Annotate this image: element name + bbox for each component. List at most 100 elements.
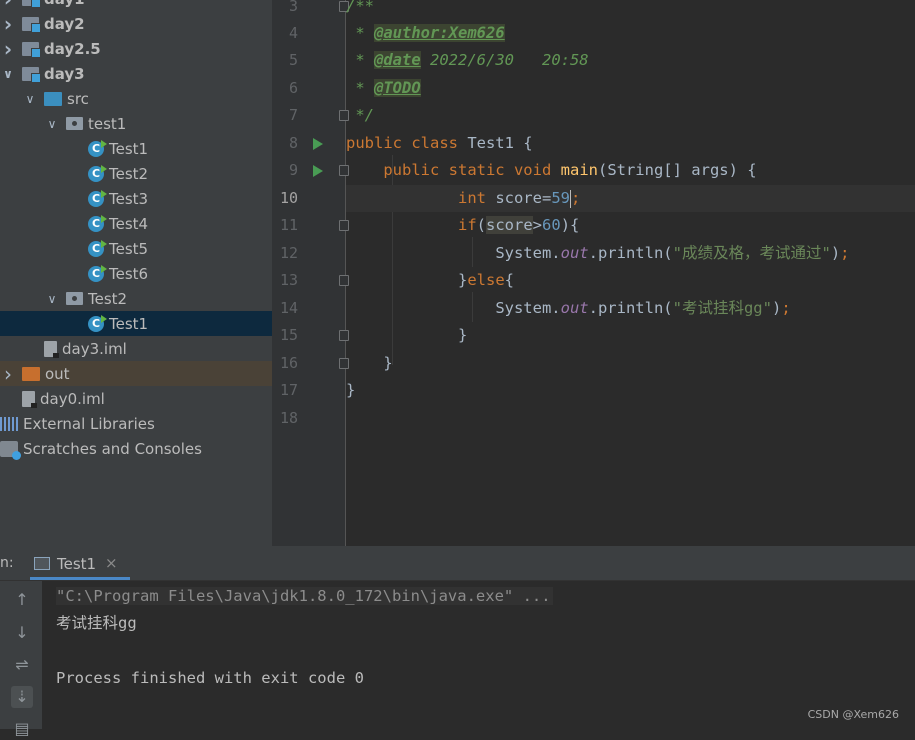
- scroll-to-end-icon[interactable]: ⇣: [11, 686, 33, 708]
- tree-item-test1[interactable]: C Test1: [0, 311, 272, 336]
- chevron-right-icon[interactable]: ›: [2, 0, 14, 11]
- keyword: public static void: [383, 161, 552, 179]
- tree-item-src[interactable]: ∨ src: [0, 86, 272, 111]
- chevron-right-icon[interactable]: ›: [2, 12, 14, 36]
- doc-comment: *: [346, 24, 374, 42]
- code-line[interactable]: * @TODO: [346, 75, 915, 102]
- semicolon: ;: [781, 299, 791, 317]
- chevron-down-icon[interactable]: ∨: [46, 292, 58, 306]
- tree-item-label: External Libraries: [23, 414, 155, 433]
- libraries-icon: [0, 416, 18, 431]
- chevron-right-icon[interactable]: ›: [2, 362, 14, 386]
- code-line[interactable]: * @author:Xem626: [346, 20, 915, 47]
- tree-item-test1[interactable]: C Test1: [0, 136, 272, 161]
- tree-item-day2-5[interactable]: › day2.5: [0, 36, 272, 61]
- module-icon: [22, 66, 41, 83]
- code-line[interactable]: * @date 2022/6/30 20:58: [346, 47, 915, 74]
- close-icon[interactable]: ×: [105, 554, 118, 572]
- module-icon: [22, 41, 41, 58]
- number-literal: 59: [551, 189, 570, 207]
- tree-item-label: src: [67, 89, 89, 108]
- tree-item-label: Test2: [88, 289, 128, 308]
- code-text: ): [830, 244, 841, 262]
- tree-item-day3-iml[interactable]: day3.iml: [0, 336, 272, 361]
- java-command: "C:\Program Files\Java\jdk1.8.0_172\bin\…: [56, 587, 553, 605]
- soft-wrap-icon[interactable]: ⇌: [11, 654, 33, 676]
- code-line[interactable]: }: [346, 377, 915, 404]
- tree-item-day0-iml[interactable]: day0.iml: [0, 386, 272, 411]
- output-folder-icon: [22, 366, 40, 381]
- chevron-right-icon[interactable]: ›: [2, 37, 14, 61]
- chevron-down-icon[interactable]: ∨: [24, 92, 36, 106]
- code-line[interactable]: System.out.println("成绩及格，考试通过");: [346, 240, 915, 267]
- semicolon: ;: [840, 244, 850, 262]
- console-output-line: 考试挂科gg: [56, 614, 137, 632]
- run-tab-label: Test1: [57, 555, 97, 573]
- keyword: if: [457, 216, 477, 234]
- code-line[interactable]: public static void main(String[] args) {: [346, 157, 915, 184]
- tree-item-day3[interactable]: ∨ day3: [0, 61, 272, 86]
- code-text: }: [346, 326, 468, 344]
- code-text: }: [346, 354, 393, 372]
- code-line[interactable]: System.out.println("考试挂科gg");: [346, 295, 915, 322]
- code-line[interactable]: }: [346, 350, 915, 377]
- tree-item-label: day3.iml: [62, 339, 127, 358]
- run-toolwindow-header: n: Test1 ×: [0, 546, 915, 581]
- run-main-icon[interactable]: [313, 165, 323, 177]
- chevron-down-icon[interactable]: ∨: [2, 67, 14, 81]
- line-number-6: 6: [288, 79, 298, 97]
- line-number-14: 14: [279, 299, 298, 317]
- keyword: int: [457, 189, 486, 207]
- tree-item-test3[interactable]: C Test3: [0, 186, 272, 211]
- code-line[interactable]: [346, 405, 915, 432]
- run-tab-test1[interactable]: Test1 ×: [30, 546, 130, 580]
- java-class-icon: C: [88, 139, 107, 157]
- tree-item-test6[interactable]: C Test6: [0, 261, 272, 286]
- doc-tag: @date: [374, 51, 421, 69]
- code-line[interactable]: public class Test1 {: [346, 130, 915, 157]
- code-line-current[interactable]: int score=59;: [346, 185, 915, 212]
- tree-item-label: Test4: [109, 214, 149, 233]
- code-line[interactable]: }else{: [346, 267, 915, 294]
- tree-item-day1[interactable]: › day1: [0, 0, 272, 11]
- down-arrow-icon[interactable]: ↓: [11, 622, 33, 644]
- code-line[interactable]: if(score>60){: [346, 212, 915, 239]
- tree-item-out[interactable]: › out: [0, 361, 272, 386]
- chevron-down-icon[interactable]: ∨: [46, 117, 58, 131]
- line-number-11: 11: [272, 212, 349, 239]
- iml-file-icon: [44, 340, 59, 358]
- code-line[interactable]: }: [346, 322, 915, 349]
- code-text: >: [532, 216, 543, 234]
- console-icon: [34, 557, 50, 570]
- method-name: main: [560, 161, 598, 179]
- active-tab-indicator: [30, 577, 130, 580]
- print-icon[interactable]: ▤: [11, 718, 33, 740]
- tree-item-test2[interactable]: ∨ Test2: [0, 286, 272, 311]
- module-icon: [22, 16, 41, 33]
- code-line[interactable]: /**: [346, 0, 915, 20]
- tree-item-test5[interactable]: C Test5: [0, 236, 272, 261]
- java-class-icon: C: [88, 264, 107, 282]
- static-field: out: [560, 299, 589, 317]
- line-number-18: 18: [279, 409, 298, 427]
- up-arrow-icon[interactable]: ↑: [11, 589, 33, 611]
- code-line[interactable]: */: [346, 102, 915, 129]
- tree-item-test2[interactable]: C Test2: [0, 161, 272, 186]
- tree-item-label: Test3: [109, 189, 149, 208]
- tree-item-test1[interactable]: ∨ test1: [0, 111, 272, 136]
- doc-tag: @author:Xem626: [374, 24, 505, 42]
- tree-item-day2[interactable]: › day2: [0, 11, 272, 36]
- tree-item-test4[interactable]: C Test4: [0, 211, 272, 236]
- tree-item-label: day0.iml: [40, 389, 105, 408]
- doc-comment: /**: [346, 0, 374, 15]
- tree-item-label: Test5: [109, 239, 149, 258]
- tree-item-external-libraries[interactable]: External Libraries: [0, 411, 272, 436]
- tree-item-scratches-and-consoles[interactable]: Scratches and Consoles: [0, 436, 272, 461]
- run-class-icon[interactable]: [313, 138, 323, 150]
- line-number-10: 10: [279, 189, 298, 207]
- java-class-icon: C: [88, 164, 107, 182]
- doc-comment: */: [346, 106, 374, 124]
- line-number-17: 17: [279, 381, 298, 399]
